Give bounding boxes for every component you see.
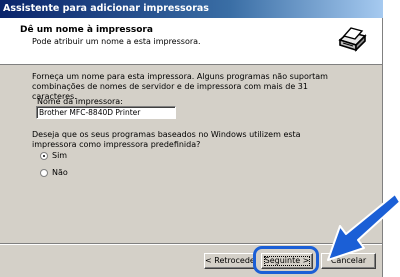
- arrow-pointer-icon: [327, 193, 400, 261]
- radio-button[interactable]: [40, 168, 48, 177]
- wizard-header: Dê um nome à impressora Pode atribuir um…: [0, 18, 382, 65]
- radio-label-no: Não: [52, 168, 68, 177]
- page-subtitle: Pode atribuir um nome a esta impressora.: [32, 37, 201, 46]
- printer-icon: [336, 23, 368, 57]
- radio-option-no[interactable]: Não: [40, 168, 68, 177]
- radio-option-yes[interactable]: Sim: [40, 151, 67, 160]
- radio-label-yes: Sim: [52, 151, 68, 160]
- printer-name-input[interactable]: [36, 106, 176, 119]
- page-title: Dê um nome à impressora: [20, 25, 153, 35]
- radio-button[interactable]: [40, 151, 48, 160]
- default-printer-question: Deseja que os seus programas baseados no…: [32, 130, 301, 149]
- window-title: Assistente para adicionar impressoras: [0, 0, 383, 18]
- back-button[interactable]: < Retroceder: [204, 253, 256, 269]
